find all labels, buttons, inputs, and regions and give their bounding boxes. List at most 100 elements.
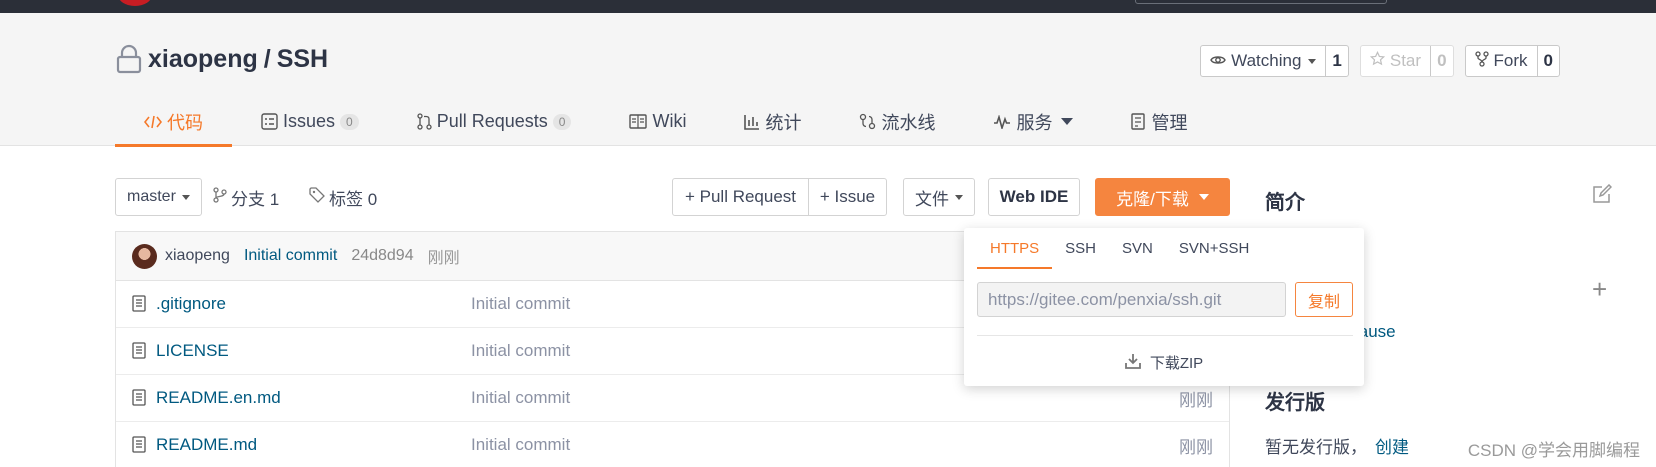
file-commit-message[interactable]: Initial commit [471, 294, 570, 314]
tab-service[interactable]: 服务 [964, 97, 1102, 146]
file-commit-message[interactable]: Initial commit [471, 341, 570, 361]
repo-separator: / [263, 44, 271, 73]
tab-label: Wiki [652, 111, 687, 131]
repo-name-link[interactable]: SSH [277, 45, 328, 74]
file-menu-button[interactable]: 文件 [903, 178, 975, 216]
tags-link[interactable]: 标签 0 [309, 178, 377, 216]
watch-button-group: Watching 1 [1200, 45, 1349, 77]
branch-name: master [127, 188, 176, 205]
clone-download-button[interactable]: 克隆/下载 [1095, 178, 1230, 216]
tab-ssh[interactable]: SSH [1052, 239, 1109, 267]
clone-url-input[interactable] [977, 282, 1286, 317]
star-button-group: Star 0 [1359, 45, 1454, 77]
tab-label: Issues [283, 111, 336, 131]
star-count[interactable]: 0 [1430, 46, 1452, 76]
file-commit-message[interactable]: Initial commit [471, 388, 570, 408]
fork-button[interactable]: Fork [1466, 46, 1537, 76]
tab-stats[interactable]: 统计 [715, 97, 830, 146]
file-icon [132, 436, 146, 458]
tab-code[interactable]: 代码 [115, 97, 232, 147]
star-button[interactable]: Star [1361, 46, 1430, 76]
commit-sha[interactable]: 24d8d94 [351, 247, 413, 265]
tab-manage[interactable]: 管理 [1102, 97, 1216, 146]
create-release-link[interactable]: 创建 [1375, 438, 1409, 457]
tab-svn[interactable]: SVN [1109, 239, 1166, 267]
fork-count[interactable]: 0 [1536, 46, 1559, 76]
add-icon[interactable]: + [1592, 276, 1607, 302]
tab-label: 流水线 [881, 112, 936, 133]
issues-count-badge: 0 [340, 113, 359, 130]
global-search-input[interactable] [1135, 0, 1387, 4]
divider [977, 335, 1353, 336]
file-time: 刚刚 [1179, 390, 1213, 410]
fork-icon [1474, 50, 1489, 72]
repo-owner-link[interactable]: xiaopeng [148, 45, 258, 74]
chevron-down-icon [1061, 118, 1074, 125]
issues-icon [261, 113, 278, 130]
release-empty-text: 暂无发行版， [1265, 438, 1367, 457]
file-icon [132, 342, 146, 364]
fork-button-group: Fork 0 [1464, 45, 1560, 77]
download-zip-label: 下载ZIP [1149, 355, 1204, 372]
chevron-down-icon [1308, 58, 1317, 64]
clone-button-label: 克隆/下载 [1116, 189, 1189, 209]
watch-button[interactable]: Watching [1201, 46, 1325, 76]
star-icon [1369, 50, 1385, 71]
branch-select[interactable]: master [115, 178, 202, 216]
tab-label: 服务 [1016, 112, 1053, 133]
tag-icon [309, 186, 325, 208]
clone-protocol-tabs: HTTPS SSH SVN SVN+SSH [977, 239, 1262, 269]
stats-icon [744, 114, 760, 130]
lock-icon [116, 44, 142, 74]
web-ide-button[interactable]: Web IDE [988, 178, 1080, 216]
tags-label: 标签 0 [329, 189, 378, 209]
release-title: 发行版 [1265, 392, 1325, 414]
pipeline-icon [859, 113, 876, 130]
tab-wiki[interactable]: Wiki [600, 97, 715, 146]
commit-message[interactable]: Initial commit [244, 247, 337, 265]
pull-requests-count-badge: 0 [552, 113, 572, 130]
file-row[interactable]: README.md Initial commit 刚刚 [116, 422, 1229, 467]
pull-request-icon [417, 113, 432, 130]
tab-pull-requests[interactable]: Pull Requests 0 [388, 97, 601, 146]
release-text: 暂无发行版， 创建 [1265, 433, 1409, 458]
edit-icon[interactable] [1592, 183, 1613, 209]
file-commit-message[interactable]: Initial commit [471, 435, 570, 455]
watch-label: Watching [1231, 51, 1302, 70]
branches-link[interactable]: 分支 1 [213, 178, 279, 216]
tab-label: 代码 [167, 112, 203, 133]
download-zip-link[interactable]: 下载ZIP [964, 352, 1364, 373]
watch-count[interactable]: 1 [1325, 46, 1347, 76]
file-name[interactable]: .gitignore [156, 294, 226, 314]
top-navbar [0, 0, 1656, 13]
star-label: Star [1389, 51, 1422, 70]
file-name[interactable]: README.md [156, 435, 257, 455]
clone-popover: HTTPS SSH SVN SVN+SSH 复制 下载ZIP [964, 228, 1364, 386]
gitee-logo[interactable] [118, 0, 152, 6]
file-name[interactable]: README.en.md [156, 388, 281, 408]
tab-https[interactable]: HTTPS [977, 239, 1053, 269]
manage-icon [1131, 113, 1146, 130]
commit-author[interactable]: xiaopeng [165, 247, 230, 265]
repo-actions: Watching 1 Star 0 Fork 0 [1200, 45, 1560, 77]
download-icon [1124, 353, 1141, 373]
tab-label: 管理 [1151, 112, 1188, 133]
tab-pipeline[interactable]: 流水线 [830, 97, 964, 146]
new-pull-request-button[interactable]: + Pull Request [672, 178, 809, 216]
tab-svn-ssh[interactable]: SVN+SSH [1166, 239, 1262, 267]
repo-header: xiaopeng / SSH Watching 1 Star 0 Fork 0 [0, 13, 1656, 147]
csdn-watermark: CSDN @学会用脚编程 [1467, 441, 1640, 460]
chevron-down-icon [181, 194, 190, 200]
file-name[interactable]: LICENSE [156, 341, 229, 361]
file-icon [132, 389, 146, 411]
tab-issues[interactable]: Issues 0 [232, 97, 388, 146]
intro-title: 简介 [1265, 192, 1305, 214]
wiki-icon [629, 114, 648, 129]
copy-button[interactable]: 复制 [1295, 282, 1353, 317]
eye-icon [1210, 51, 1226, 71]
avatar[interactable] [132, 243, 157, 269]
branches-label: 分支 1 [231, 189, 280, 209]
new-issue-button[interactable]: + Issue [808, 178, 887, 216]
repo-title: xiaopeng / SSH [116, 44, 328, 74]
service-icon [993, 114, 1011, 129]
